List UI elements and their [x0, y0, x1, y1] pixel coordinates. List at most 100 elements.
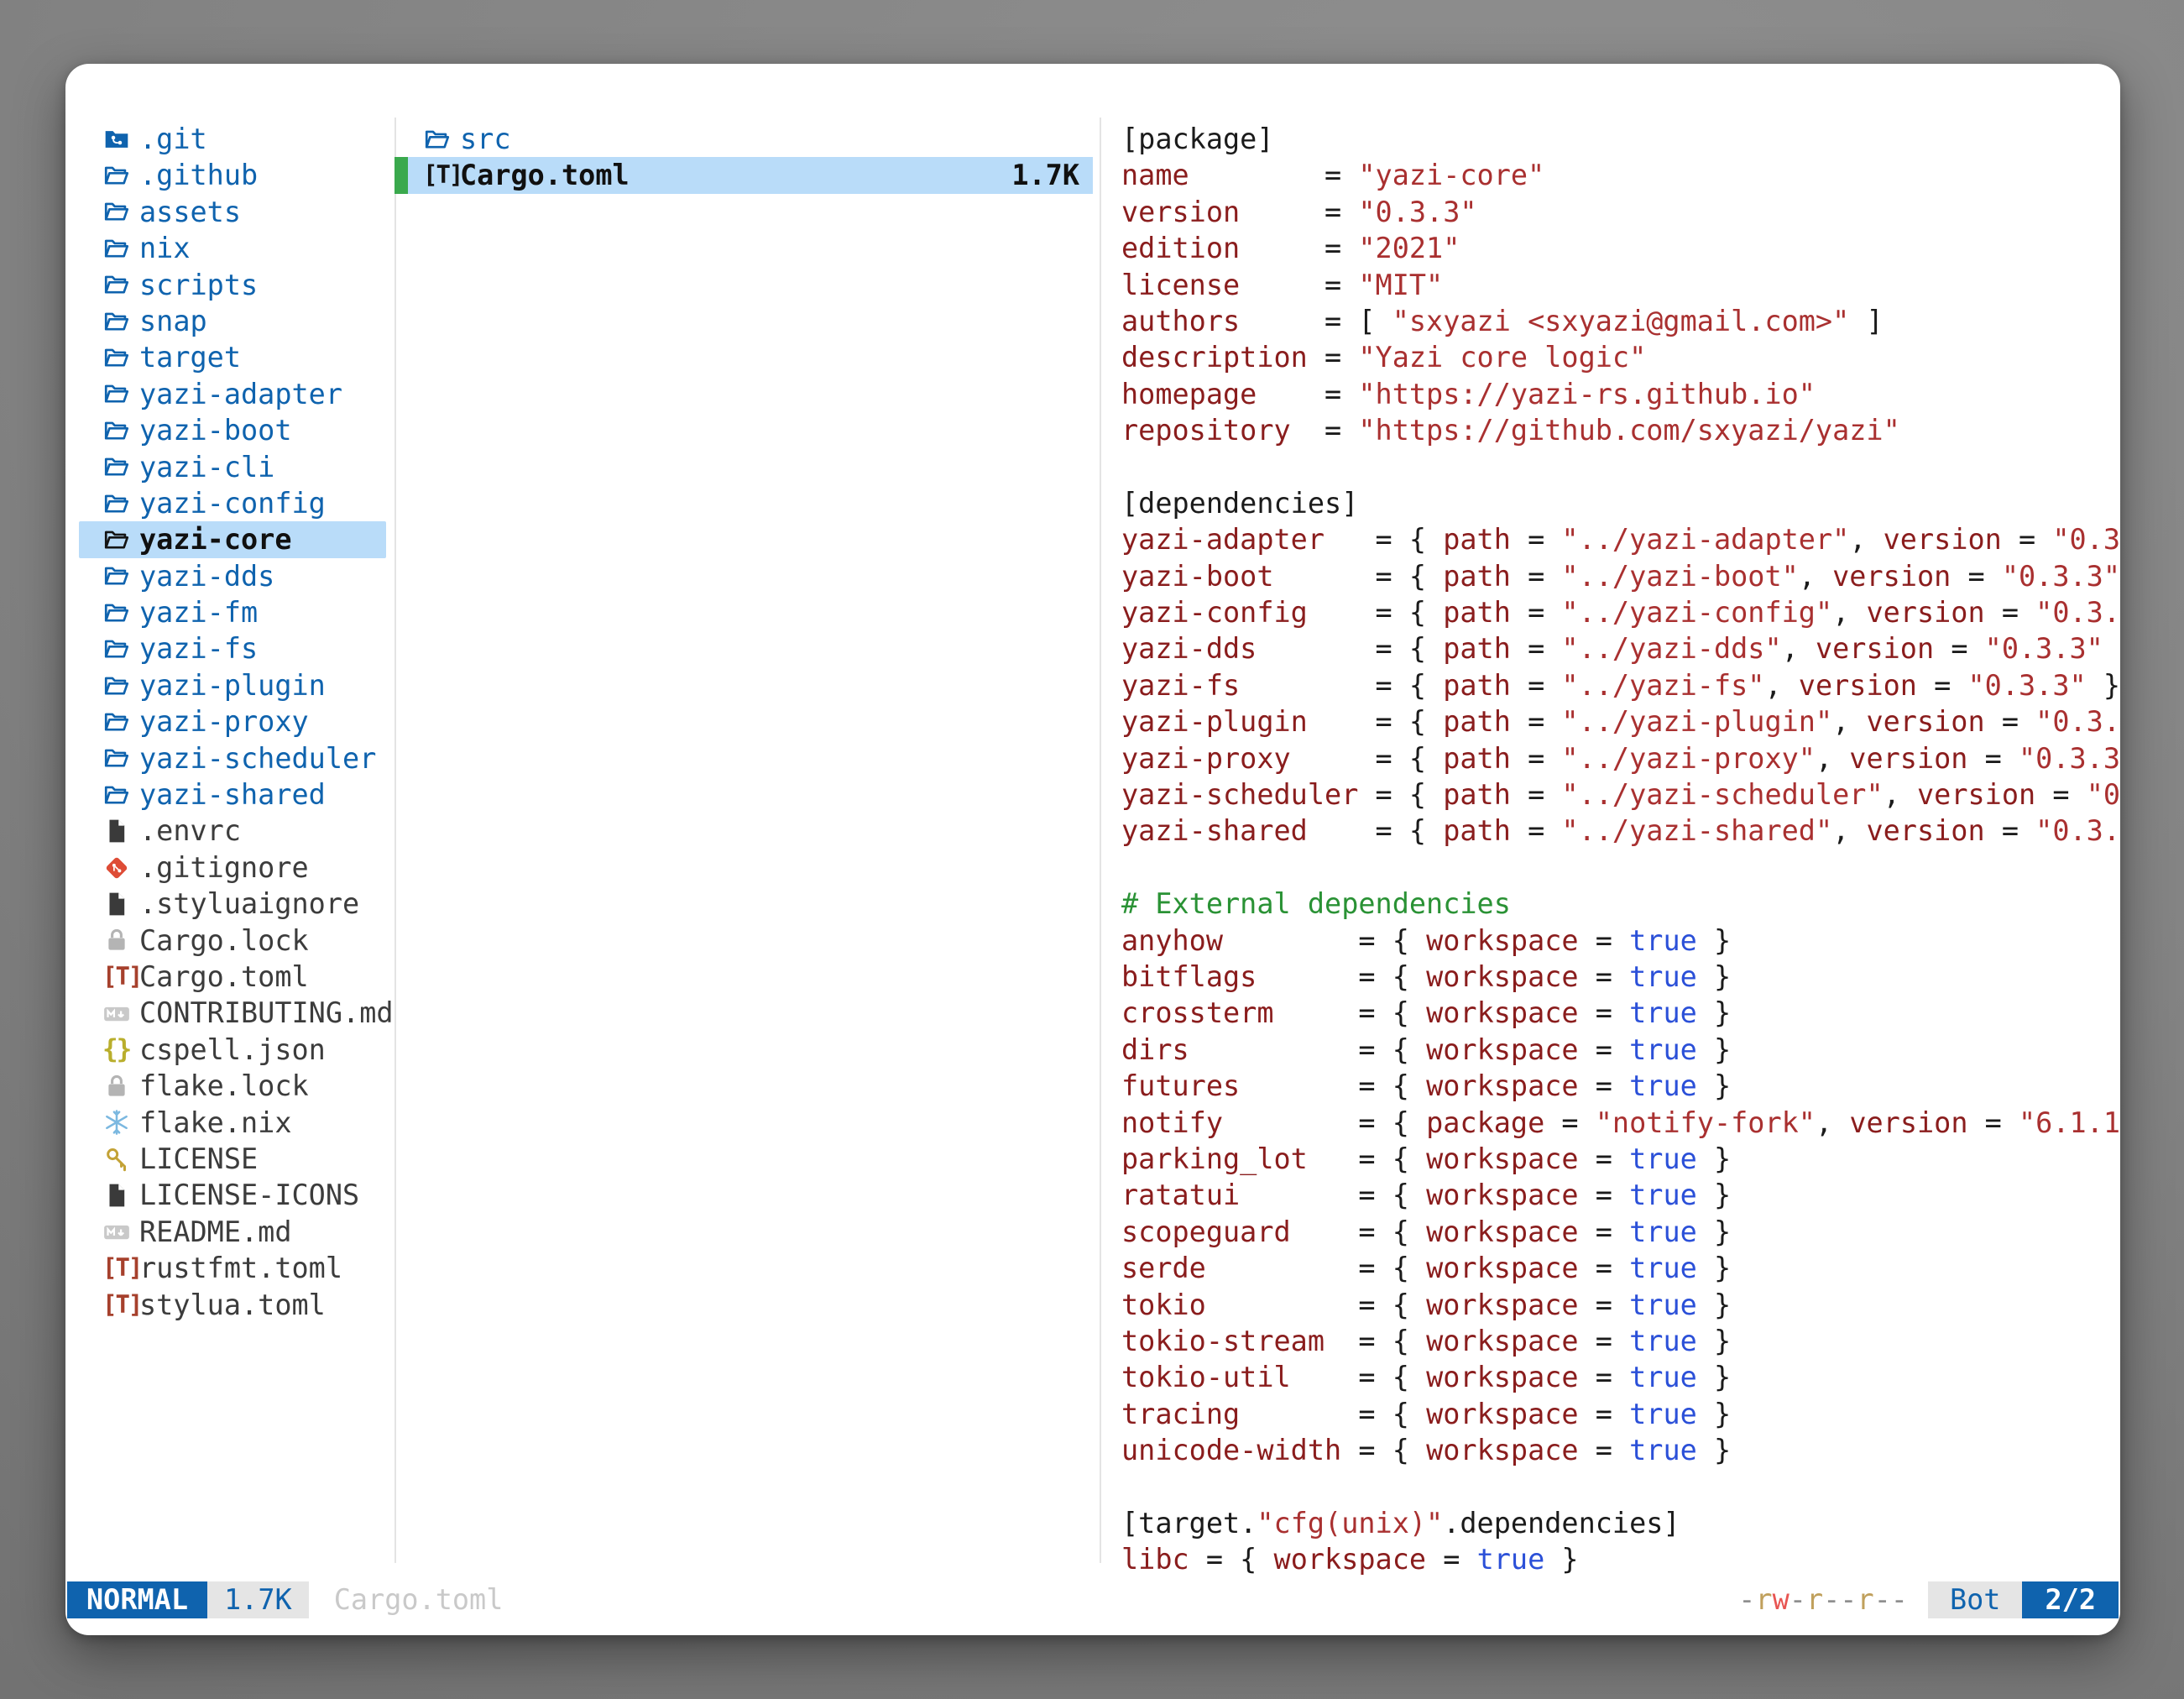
file-size-indicator: 1.7K: [207, 1581, 309, 1618]
cursor-counter-label: 2/2: [2045, 1581, 2096, 1618]
entry-name: yazi-scheduler: [139, 740, 376, 776]
preview-code-line: yazi-fs = { path = "../yazi-fs", version…: [1121, 667, 2120, 703]
preview-code-line: crossterm = { workspace = true }: [1121, 995, 2120, 1031]
file-row-rustfmt.toml[interactable]: [T]rustfmt.toml: [79, 1250, 386, 1286]
file-row-stylua.toml[interactable]: [T]stylua.toml: [79, 1287, 386, 1323]
entry-name: nix: [139, 230, 191, 266]
file-size-label: 1.7K: [224, 1581, 292, 1618]
dir-row-snap[interactable]: snap: [79, 303, 386, 339]
file-row-.styluaignore[interactable]: .styluaignore: [79, 886, 386, 922]
file-row-cspell.json[interactable]: {}cspell.json: [79, 1032, 386, 1068]
preview-code-line: notify = { package = "notify-fork", vers…: [1121, 1105, 2120, 1141]
preview-code-line: authors = [ "sxyazi <sxyazi@gmail.com>" …: [1121, 303, 2120, 339]
dir-row-assets[interactable]: assets: [79, 194, 386, 230]
dir-row-src[interactable]: src: [394, 121, 1093, 157]
folder-icon: [102, 452, 132, 481]
scroll-position-label: Bot: [1950, 1581, 2001, 1618]
mode-label: NORMAL: [86, 1581, 188, 1618]
folder-icon: [102, 708, 132, 736]
preview-code-line: unicode-width = { workspace = true }: [1121, 1432, 2120, 1468]
dir-row-yazi-core[interactable]: yazi-core: [79, 521, 386, 557]
preview-code-line: edition = "2021": [1121, 230, 2120, 266]
file-row-Cargo.lock[interactable]: Cargo.lock: [79, 923, 386, 959]
dir-row-yazi-scheduler[interactable]: yazi-scheduler: [79, 740, 386, 776]
file-icon: [102, 890, 132, 918]
preview-code-line: anyhow = { workspace = true }: [1121, 923, 2120, 959]
dir-row-yazi-boot[interactable]: yazi-boot: [79, 412, 386, 448]
markdown-icon: [102, 999, 132, 1027]
entry-name: yazi-core: [139, 521, 292, 557]
preview-code-line: [target."cfg(unix)".dependencies]: [1121, 1505, 2120, 1541]
preview-code-line: tokio-stream = { workspace = true }: [1121, 1323, 2120, 1359]
preview-code-line: yazi-config = { path = "../yazi-config",…: [1121, 594, 2120, 630]
entry-name: .styluaignore: [139, 886, 359, 922]
file-permissions: -rw-r--r--: [1738, 1581, 1908, 1618]
folder-icon: [102, 270, 132, 299]
preview-code-line: [1121, 850, 2120, 886]
yazi-window: .git.githubassetsnixscriptssnaptargetyaz…: [65, 64, 2120, 1635]
entry-name: Cargo.lock: [139, 923, 309, 959]
pane-separator-right: [1100, 118, 1101, 1563]
dir-row-nix[interactable]: nix: [79, 230, 386, 266]
preview-code-line: [1121, 449, 2120, 485]
status-file-name: Cargo.toml: [334, 1581, 504, 1618]
preview-code-line: [dependencies]: [1121, 485, 2120, 521]
git-folder-icon: [102, 125, 132, 154]
dir-row-.github[interactable]: .github: [79, 157, 386, 193]
folder-icon: [102, 635, 132, 663]
preview-code-line: ratatui = { workspace = true }: [1121, 1177, 2120, 1213]
dir-row-yazi-cli[interactable]: yazi-cli: [79, 449, 386, 485]
dir-row-yazi-proxy[interactable]: yazi-proxy: [79, 703, 386, 740]
entry-name: .gitignore: [139, 850, 309, 886]
nix-icon: [102, 1108, 132, 1137]
file-row-flake.nix[interactable]: flake.nix: [79, 1105, 386, 1141]
dir-row-yazi-config[interactable]: yazi-config: [79, 485, 386, 521]
entry-name: yazi-adapter: [139, 376, 342, 412]
toml-icon: [T]: [102, 959, 132, 995]
file-row-flake.lock[interactable]: flake.lock: [79, 1068, 386, 1104]
file-row-Cargo.toml[interactable]: [T]Cargo.toml1.7K: [394, 157, 1093, 193]
file-row-CONTRIBUTING.md[interactable]: CONTRIBUTING.md: [79, 995, 386, 1031]
toml-icon: [T]: [423, 157, 452, 193]
folder-icon: [102, 234, 132, 263]
current-directory-pane[interactable]: src[T]Cargo.toml1.7K: [394, 121, 1093, 194]
preview-code-line: tracing = { workspace = true }: [1121, 1396, 2120, 1432]
status-bar-right: -rw-r--r-- Bot 2/2: [1738, 1581, 2120, 1618]
scroll-position-indicator: Bot: [1928, 1581, 2023, 1618]
entry-name: Cargo.toml: [460, 157, 630, 193]
preview-code-line: [1121, 1468, 2120, 1504]
dir-row-yazi-fs[interactable]: yazi-fs: [79, 630, 386, 667]
file-preview-pane[interactable]: [package]name = "yazi-core"version = "0.…: [1121, 121, 2120, 1578]
dir-row-yazi-shared[interactable]: yazi-shared: [79, 776, 386, 813]
dir-row-yazi-plugin[interactable]: yazi-plugin: [79, 667, 386, 703]
file-row-Cargo.toml[interactable]: [T]Cargo.toml: [79, 959, 386, 995]
dir-row-yazi-dds[interactable]: yazi-dds: [79, 558, 386, 594]
dir-row-scripts[interactable]: scripts: [79, 267, 386, 303]
parent-directory-pane[interactable]: .git.githubassetsnixscriptssnaptargetyaz…: [79, 121, 386, 1323]
file-row-.gitignore[interactable]: .gitignore: [79, 850, 386, 886]
folder-icon: [102, 307, 132, 336]
file-row-LICENSE-ICONS[interactable]: LICENSE-ICONS: [79, 1177, 386, 1213]
file-row-LICENSE[interactable]: LICENSE: [79, 1141, 386, 1177]
entry-name: target: [139, 339, 241, 375]
preview-code-line: yazi-shared = { path = "../yazi-shared",…: [1121, 813, 2120, 849]
folder-icon: [102, 781, 132, 809]
folder-icon: [102, 379, 132, 408]
lock-icon: [102, 1072, 132, 1100]
entry-name: yazi-dds: [139, 558, 274, 594]
entry-name: yazi-plugin: [139, 667, 326, 703]
dir-row-.git[interactable]: .git: [79, 121, 386, 157]
preview-code-line: yazi-proxy = { path = "../yazi-proxy", v…: [1121, 740, 2120, 776]
selected-row-marker: [394, 157, 408, 193]
folder-icon: [102, 599, 132, 627]
dir-row-target[interactable]: target: [79, 339, 386, 375]
entry-name: README.md: [139, 1214, 292, 1250]
toml-icon: [T]: [102, 1287, 132, 1323]
dir-row-yazi-fm[interactable]: yazi-fm: [79, 594, 386, 630]
preview-code-line: yazi-scheduler = { path = "../yazi-sched…: [1121, 776, 2120, 813]
preview-code-line: yazi-boot = { path = "../yazi-boot", ver…: [1121, 558, 2120, 594]
file-row-README.md[interactable]: README.md: [79, 1214, 386, 1250]
preview-code-line: homepage = "https://yazi-rs.github.io": [1121, 376, 2120, 412]
dir-row-yazi-adapter[interactable]: yazi-adapter: [79, 376, 386, 412]
file-row-.envrc[interactable]: .envrc: [79, 813, 386, 849]
